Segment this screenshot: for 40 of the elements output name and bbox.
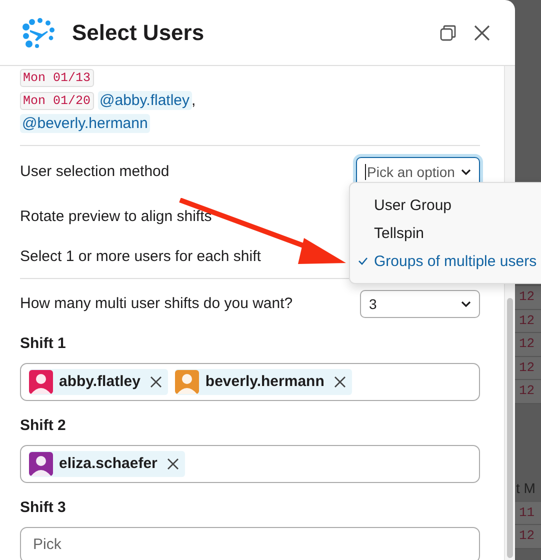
remove-icon[interactable] bbox=[150, 376, 162, 388]
remove-icon[interactable] bbox=[167, 458, 180, 470]
window-title: Select Users bbox=[72, 20, 204, 46]
user-chip[interactable]: abby.flatley bbox=[29, 368, 168, 394]
date-text: 12 bbox=[515, 310, 541, 333]
menu-option[interactable]: User Group bbox=[350, 191, 541, 219]
count-select[interactable]: 3 bbox=[360, 290, 480, 318]
user-mention[interactable]: @abby.flatley bbox=[98, 91, 192, 110]
shift-label: Shift 2 bbox=[20, 416, 67, 436]
date-text: 11 bbox=[515, 502, 541, 525]
setting-label: Rotate preview to align shifts bbox=[20, 208, 212, 224]
shift-label: Shift 1 bbox=[20, 334, 67, 354]
date-code: Mon 01/13 bbox=[20, 69, 94, 88]
chevron-down-icon bbox=[461, 168, 471, 174]
user-mention[interactable]: @beverly.hermann bbox=[20, 114, 150, 133]
logo-icon bbox=[20, 16, 56, 48]
chevron-down-icon bbox=[461, 300, 471, 306]
user-picker-field[interactable]: Pick bbox=[20, 526, 480, 560]
date-text: 12 bbox=[515, 380, 541, 404]
date-code: Mon 01/20 bbox=[20, 92, 94, 110]
column-text: t M bbox=[515, 480, 536, 498]
menu-option[interactable]: Groups of multiple users bbox=[350, 247, 541, 275]
setting-label: Select 1 or more users for each shift bbox=[20, 248, 261, 264]
shift-label: Shift 3 bbox=[20, 498, 67, 518]
user-picker-field[interactable]: abby.flatley beverly.hermann bbox=[20, 362, 480, 400]
field-label: How many multi user shifts do you want? bbox=[20, 295, 293, 312]
date-text: 12 bbox=[515, 525, 541, 548]
user-chip[interactable]: beverly.hermann bbox=[175, 368, 352, 394]
date-text: 12 bbox=[515, 286, 541, 310]
date-text: 12 bbox=[515, 356, 541, 380]
user-picker-field[interactable]: eliza.schaefer bbox=[20, 444, 480, 482]
check-icon bbox=[358, 257, 368, 265]
close-icon[interactable] bbox=[473, 24, 491, 42]
menu-option[interactable]: Tellspin bbox=[350, 219, 541, 247]
comma-text: , bbox=[192, 92, 196, 110]
window-icon[interactable] bbox=[439, 24, 457, 42]
field-label: User selection method bbox=[20, 163, 170, 180]
date-text: 12 bbox=[515, 333, 541, 356]
remove-icon[interactable] bbox=[334, 376, 346, 388]
user-chip[interactable]: eliza.schaefer bbox=[29, 450, 186, 476]
